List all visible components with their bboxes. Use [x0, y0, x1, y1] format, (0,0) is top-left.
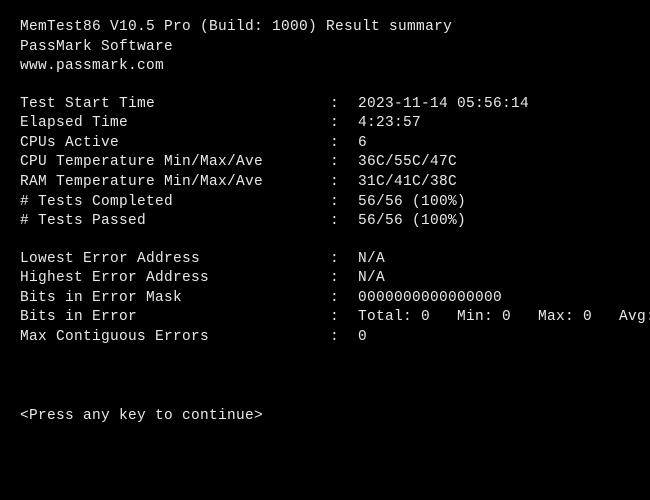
colon: :: [330, 250, 358, 270]
label: Highest Error Address: [20, 269, 330, 289]
colon: :: [330, 173, 358, 193]
colon: :: [330, 153, 358, 173]
label: # Tests Passed: [20, 212, 330, 232]
row-tests-passed: # Tests Passed : 56/56 (100%): [20, 212, 630, 232]
colon: :: [330, 269, 358, 289]
row-bits-in-error: Bits in Error : Total: 0 Min: 0 Max: 0 A…: [20, 308, 630, 328]
label: Test Start Time: [20, 95, 330, 115]
value: N/A: [358, 269, 630, 289]
row-cpus-active: CPUs Active : 6: [20, 134, 630, 154]
value: 2023-11-14 05:56:14: [358, 95, 630, 115]
row-tests-completed: # Tests Completed : 56/56 (100%): [20, 193, 630, 213]
label: Elapsed Time: [20, 114, 330, 134]
label: # Tests Completed: [20, 193, 330, 213]
value: 36C/55C/47C: [358, 153, 630, 173]
label: CPUs Active: [20, 134, 330, 154]
row-highest-error-address: Highest Error Address : N/A: [20, 269, 630, 289]
label: CPU Temperature Min/Max/Ave: [20, 153, 330, 173]
colon: :: [330, 308, 358, 328]
value: 4:23:57: [358, 114, 630, 134]
label: RAM Temperature Min/Max/Ave: [20, 173, 330, 193]
row-max-contiguous-errors: Max Contiguous Errors : 0: [20, 328, 630, 348]
colon: :: [330, 328, 358, 348]
colon: :: [330, 193, 358, 213]
row-cpu-temp: CPU Temperature Min/Max/Ave : 36C/55C/47…: [20, 153, 630, 173]
label: Max Contiguous Errors: [20, 328, 330, 348]
vendor-name: PassMark Software: [20, 38, 630, 58]
header-block: MemTest86 V10.5 Pro (Build: 1000) Result…: [20, 18, 630, 77]
label: Bits in Error Mask: [20, 289, 330, 309]
row-lowest-error-address: Lowest Error Address : N/A: [20, 250, 630, 270]
continue-prompt: <Press any key to continue>: [20, 407, 630, 427]
colon: :: [330, 134, 358, 154]
row-test-start-time: Test Start Time : 2023-11-14 05:56:14: [20, 95, 630, 115]
row-elapsed-time: Elapsed Time : 4:23:57: [20, 114, 630, 134]
value: 31C/41C/38C: [358, 173, 630, 193]
value: 0000000000000000: [358, 289, 630, 309]
value: Total: 0 Min: 0 Max: 0 Avg: 0: [358, 308, 650, 328]
value: 56/56 (100%): [358, 212, 630, 232]
label: Bits in Error: [20, 308, 330, 328]
colon: :: [330, 212, 358, 232]
value: N/A: [358, 250, 630, 270]
error-info-section: Lowest Error Address : N/A Highest Error…: [20, 250, 630, 348]
row-bits-in-error-mask: Bits in Error Mask : 0000000000000000: [20, 289, 630, 309]
result-summary-screen[interactable]: MemTest86 V10.5 Pro (Build: 1000) Result…: [0, 0, 650, 445]
colon: :: [330, 289, 358, 309]
row-ram-temp: RAM Temperature Min/Max/Ave : 31C/41C/38…: [20, 173, 630, 193]
colon: :: [330, 95, 358, 115]
label: Lowest Error Address: [20, 250, 330, 270]
app-title: MemTest86 V10.5 Pro (Build: 1000) Result…: [20, 18, 630, 38]
value: 0: [358, 328, 630, 348]
value: 6: [358, 134, 630, 154]
colon: :: [330, 114, 358, 134]
test-info-section: Test Start Time : 2023-11-14 05:56:14 El…: [20, 95, 630, 232]
vendor-url: www.passmark.com: [20, 57, 630, 77]
value: 56/56 (100%): [358, 193, 630, 213]
